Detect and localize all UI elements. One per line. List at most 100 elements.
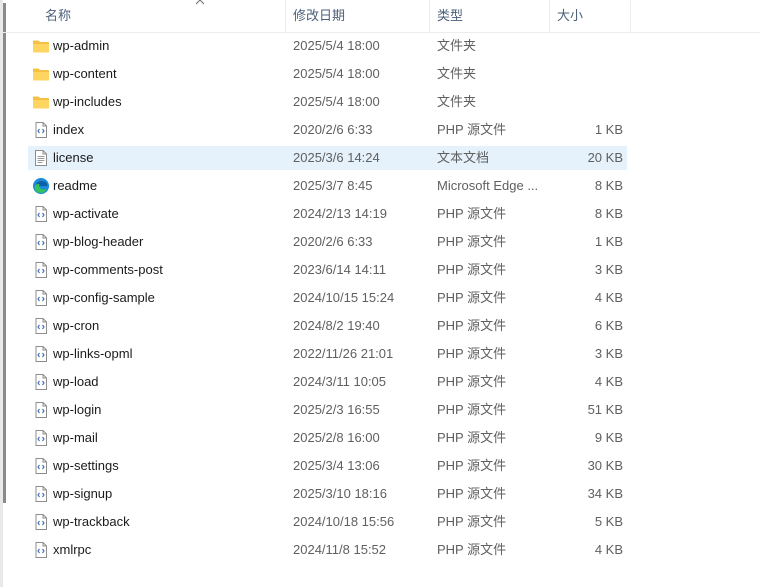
- file-date-modified: 2024/3/11 10:05: [293, 374, 387, 389]
- file-date-modified: 2025/2/8 16:00: [293, 430, 380, 445]
- file-name: wp-comments-post: [53, 262, 163, 277]
- file-name: license: [53, 150, 94, 165]
- file-size: 51 KB: [587, 402, 623, 417]
- column-header-size[interactable]: 大小: [550, 0, 631, 32]
- file-row[interactable]: xmlrpc 2024/11/8 15:52 PHP 源文件 4 KB: [28, 538, 627, 562]
- php-file-icon: [32, 261, 50, 279]
- sort-ascending-icon: [195, 0, 205, 5]
- file-name: index: [53, 122, 85, 137]
- column-header-name[interactable]: 名称: [38, 0, 286, 32]
- folder-icon: [32, 37, 50, 55]
- file-row[interactable]: wp-settings 2025/3/4 13:06 PHP 源文件 30 KB: [28, 454, 627, 478]
- file-row[interactable]: wp-mail 2025/2/8 16:00 PHP 源文件 9 KB: [28, 426, 627, 450]
- file-name: wp-links-opml: [53, 346, 133, 361]
- file-date-modified: 2025/5/4 18:00: [293, 66, 380, 81]
- file-name: wp-admin: [53, 38, 110, 53]
- file-date-modified: 2025/3/6 14:24: [293, 150, 380, 165]
- file-size: 34 KB: [587, 486, 623, 501]
- file-size: 3 KB: [594, 262, 623, 277]
- file-size: 30 KB: [587, 458, 623, 473]
- file-size: 1 KB: [594, 234, 623, 249]
- file-name: wp-signup: [53, 486, 113, 501]
- file-name: xmlrpc: [53, 542, 92, 557]
- column-header-type[interactable]: 类型: [430, 0, 550, 32]
- file-row[interactable]: readme 2025/3/7 8:45 Microsoft Edge ... 8 K…: [28, 174, 627, 198]
- php-file-icon: [32, 373, 50, 391]
- file-row[interactable]: wp-activate 2024/2/13 14:19 PHP 源文件 8 KB: [28, 202, 627, 226]
- file-name: readme: [53, 178, 98, 193]
- file-row[interactable]: wp-comments-post 2023/6/14 14:11 PHP 源文件 3 …: [28, 258, 627, 282]
- file-size: [528, 34, 623, 58]
- file-date-modified: 2025/3/10 18:16: [293, 486, 387, 501]
- file-size: 4 KB: [594, 542, 623, 557]
- column-header-bar: 名称 修改日期 类型 大小: [0, 0, 760, 33]
- file-row[interactable]: index 2020/2/6 6:33 PHP 源文件 1 KB: [28, 118, 627, 142]
- file-size: 4 KB: [594, 290, 623, 305]
- php-file-icon: [32, 317, 50, 335]
- file-size: 8 KB: [594, 178, 623, 193]
- column-header-type-label: 类型: [437, 8, 464, 23]
- file-row[interactable]: wp-config-sample 2024/10/15 15:24 PHP 源文件 4…: [28, 286, 627, 310]
- file-size: 20 KB: [587, 150, 623, 165]
- file-size: [528, 62, 623, 86]
- file-name: wp-includes: [53, 94, 122, 109]
- file-date-modified: 2020/2/6 6:33: [293, 234, 373, 249]
- column-header-date[interactable]: 修改日期: [286, 0, 430, 32]
- file-date-modified: 2025/2/3 16:55: [293, 402, 380, 417]
- php-file-icon: [32, 205, 50, 223]
- file-row[interactable]: wp-trackback 2024/10/18 15:56 PHP 源文件 5 KB: [28, 510, 627, 534]
- file-name: wp-login: [53, 402, 102, 417]
- file-date-modified: 2024/8/2 19:40: [293, 318, 380, 333]
- file-name: wp-load: [53, 374, 99, 389]
- file-name: wp-config-sample: [53, 290, 155, 305]
- file-row[interactable]: license 2025/3/6 14:24 文本文档 20 KB: [28, 146, 627, 170]
- file-date-modified: 2025/3/4 13:06: [293, 458, 380, 473]
- file-size: 1 KB: [594, 122, 623, 137]
- php-file-icon: [32, 457, 50, 475]
- file-row[interactable]: wp-includes 2025/5/4 18:00 文件夹: [28, 90, 627, 114]
- file-row[interactable]: wp-load 2024/3/11 10:05 PHP 源文件 4 KB: [28, 370, 627, 394]
- file-date-modified: 2022/11/26 21:01: [293, 346, 394, 361]
- file-name: wp-trackback: [53, 514, 130, 529]
- file-name: wp-activate: [53, 206, 119, 221]
- column-header-name-label: 名称: [45, 8, 72, 23]
- column-header-date-label: 修改日期: [293, 8, 346, 23]
- file-size: 5 KB: [594, 514, 623, 529]
- php-file-icon: [32, 485, 50, 503]
- file-date-modified: 2020/2/6 6:33: [293, 122, 373, 137]
- php-file-icon: [32, 121, 50, 139]
- php-file-icon: [32, 541, 50, 559]
- file-size: 8 KB: [594, 206, 623, 221]
- file-row[interactable]: wp-cron 2024/8/2 19:40 PHP 源文件 6 KB: [28, 314, 627, 338]
- file-date-modified: 2025/5/4 18:00: [293, 94, 380, 109]
- file-date-modified: 2024/2/13 14:19: [293, 206, 387, 221]
- file-size: 4 KB: [594, 374, 623, 389]
- php-file-icon: [32, 345, 50, 363]
- file-name: wp-blog-header: [53, 234, 144, 249]
- file-name: wp-settings: [53, 458, 119, 473]
- file-name: wp-cron: [53, 318, 100, 333]
- folder-icon: [32, 93, 50, 111]
- scrollbar-thumb[interactable]: [3, 3, 6, 503]
- file-date-modified: 2025/5/4 18:00: [293, 38, 380, 53]
- file-size: 3 KB: [594, 346, 623, 361]
- text-file-icon: [32, 149, 50, 167]
- folder-icon: [32, 65, 50, 83]
- file-date-modified: 2024/10/15 15:24: [293, 290, 395, 305]
- file-row[interactable]: wp-signup 2025/3/10 18:16 PHP 源文件 34 KB: [28, 482, 627, 506]
- file-name: wp-mail: [53, 430, 98, 445]
- file-date-modified: 2023/6/14 14:11: [293, 262, 387, 277]
- php-file-icon: [32, 513, 50, 531]
- file-size: 6 KB: [594, 318, 623, 333]
- file-row[interactable]: wp-login 2025/2/3 16:55 PHP 源文件 51 KB: [28, 398, 627, 422]
- file-row[interactable]: wp-admin 2025/5/4 18:00 文件夹: [28, 34, 627, 58]
- file-size: 9 KB: [594, 430, 623, 445]
- file-date-modified: 2024/10/18 15:56: [293, 514, 395, 529]
- file-row[interactable]: wp-content 2025/5/4 18:00 文件夹: [28, 62, 627, 86]
- edge-icon: [32, 177, 50, 195]
- file-name: wp-content: [53, 66, 117, 81]
- file-date-modified: 2025/3/7 8:45: [293, 178, 373, 193]
- file-row[interactable]: wp-links-opml 2022/11/26 21:01 PHP 源文件 3 KB: [28, 342, 627, 366]
- file-date-modified: 2024/11/8 15:52: [293, 542, 387, 557]
- file-row[interactable]: wp-blog-header 2020/2/6 6:33 PHP 源文件 1 KB: [28, 230, 627, 254]
